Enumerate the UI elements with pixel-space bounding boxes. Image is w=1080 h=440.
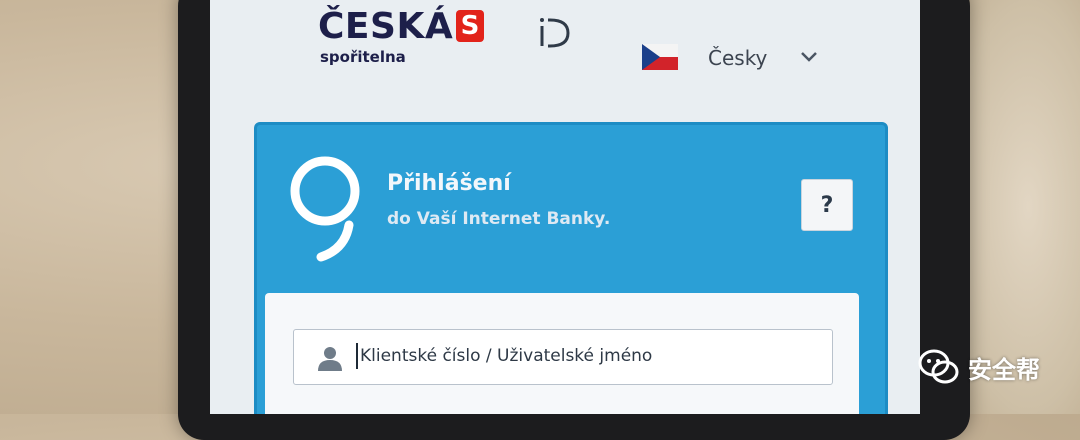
username-placeholder: Klientské číslo / Uživatelské jméno — [360, 346, 653, 366]
help-button[interactable]: ? — [801, 179, 853, 231]
watermark: 安全帮 — [918, 344, 1040, 390]
phone-screen: ČESKÁ S spořitelna Česky Přihlášení do V… — [210, 0, 920, 414]
login-form: Klientské číslo / Uživatelské jméno — [265, 293, 859, 414]
wechat-icon — [918, 349, 959, 384]
george-logo-icon — [290, 156, 360, 262]
username-field[interactable]: Klientské číslo / Uživatelské jméno — [293, 329, 833, 385]
watermark-text: 安全帮 — [968, 355, 1040, 384]
bank-logo-subtitle: spořitelna — [320, 48, 406, 66]
bank-logo-symbol: S — [456, 10, 484, 42]
id-icon[interactable] — [536, 16, 572, 50]
text-caret — [356, 343, 358, 369]
login-subtitle: do Vaší Internet Banky. — [387, 209, 611, 229]
language-label[interactable]: Česky — [708, 46, 767, 70]
login-panel: Přihlášení do Vaší Internet Banky. ? Kli… — [254, 122, 888, 414]
bank-logo-title: ČESKÁ — [318, 6, 454, 47]
chevron-down-icon[interactable] — [800, 50, 818, 64]
user-icon — [318, 347, 342, 371]
czech-flag-icon[interactable] — [642, 44, 678, 70]
login-title: Přihlášení — [387, 171, 511, 196]
help-button-label: ? — [820, 192, 834, 218]
